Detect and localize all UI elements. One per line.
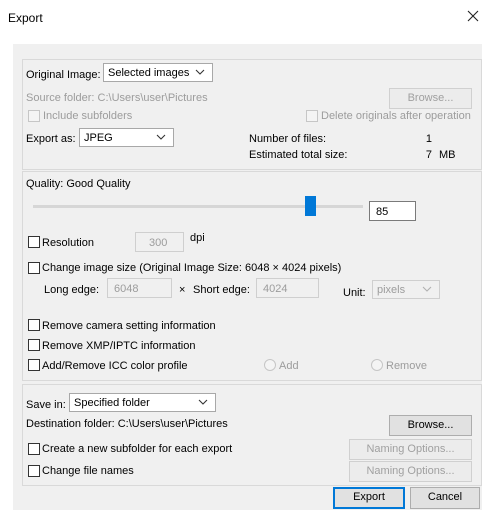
times-sign: × (179, 284, 186, 296)
save-in-dropdown[interactable]: Specified folder (69, 393, 216, 412)
destination-folder-text: Destination folder: C:\Users\user\Pictur… (26, 418, 228, 430)
save-in-label: Save in: (26, 399, 66, 411)
new-subfolder-checkbox[interactable] (28, 443, 40, 455)
source-browse-button[interactable]: Browse... (389, 88, 472, 109)
chevron-down-icon (198, 399, 208, 405)
icc-add-radio[interactable] (264, 359, 276, 371)
short-edge-input[interactable]: 4024 (256, 278, 319, 298)
resolution-checkbox[interactable] (28, 236, 40, 248)
export-as-label: Export as: (26, 133, 76, 145)
original-image-dropdown[interactable]: Selected images (103, 63, 213, 82)
unit-dropdown[interactable]: pixels (372, 280, 440, 299)
save-in-value: Specified folder (74, 397, 150, 409)
new-subfolder-label: Create a new subfolder for each export (42, 443, 233, 455)
icc-profile-label: Add/Remove ICC color profile (42, 360, 188, 372)
change-size-checkbox[interactable] (28, 262, 40, 274)
quality-label: Quality: Good Quality (26, 178, 131, 190)
icc-remove-label: Remove (386, 360, 427, 372)
chevron-down-icon (156, 134, 166, 140)
estimated-size-value: 7 (425, 149, 432, 161)
long-edge-input[interactable]: 6048 (107, 278, 172, 298)
original-image-value: Selected images (108, 67, 190, 79)
chevron-down-icon (422, 286, 432, 292)
estimated-size-label: Estimated total size: (249, 149, 348, 161)
resolution-unit: dpi (190, 232, 205, 244)
delete-originals-checkbox[interactable] (306, 110, 318, 122)
resolution-label: Resolution (42, 237, 94, 249)
source-folder-text: Source folder: C:\Users\user\Pictures (26, 92, 208, 104)
icc-add-label: Add (279, 360, 299, 372)
title-bar: Export (0, 0, 482, 32)
original-image-label: Original Image: (26, 69, 101, 81)
naming-options-button-1[interactable]: Naming Options... (349, 439, 472, 460)
cancel-button[interactable]: Cancel (410, 487, 480, 509)
naming-options-button-2[interactable]: Naming Options... (349, 461, 472, 482)
short-edge-label: Short edge: (193, 284, 250, 296)
chevron-down-icon (195, 69, 205, 75)
resolution-input[interactable]: 300 (135, 232, 184, 252)
delete-originals-label: Delete originals after operation (321, 110, 471, 122)
number-of-files-value: 1 (425, 133, 432, 145)
change-file-names-label: Change file names (42, 465, 134, 477)
export-button[interactable]: Export (333, 487, 405, 509)
change-file-names-checkbox[interactable] (28, 465, 40, 477)
estimated-size-unit: MB (439, 149, 456, 161)
include-subfolders-checkbox[interactable] (28, 110, 40, 122)
close-icon[interactable] (466, 9, 480, 23)
icc-remove-radio[interactable] (371, 359, 383, 371)
export-format-value: JPEG (84, 132, 113, 144)
short-edge-value: 4024 (263, 283, 288, 295)
export-dialog: Export Original Image: Selected images S… (0, 0, 482, 512)
remove-camera-info-checkbox[interactable] (28, 319, 40, 331)
long-edge-value: 6048 (114, 283, 139, 295)
destination-browse-button[interactable]: Browse... (389, 415, 472, 436)
quality-value-input[interactable]: 85 (369, 201, 416, 221)
unit-label: Unit: (343, 287, 366, 299)
resolution-value: 300 (149, 237, 168, 249)
export-format-dropdown[interactable]: JPEG (79, 128, 174, 147)
change-size-label: Change image size (Original Image Size: … (42, 262, 342, 274)
remove-xmp-label: Remove XMP/IPTC information (42, 340, 196, 352)
unit-value: pixels (377, 284, 406, 296)
icc-profile-checkbox[interactable] (28, 359, 40, 371)
long-edge-label: Long edge: (44, 284, 100, 296)
remove-xmp-checkbox[interactable] (28, 339, 40, 351)
quality-value: 85 (376, 206, 389, 218)
include-subfolders-label: Include subfolders (43, 110, 133, 122)
remove-camera-info-label: Remove camera setting information (42, 320, 216, 332)
number-of-files-label: Number of files: (249, 133, 327, 145)
quality-slider-thumb[interactable] (305, 196, 316, 216)
dialog-title: Export (8, 11, 43, 25)
